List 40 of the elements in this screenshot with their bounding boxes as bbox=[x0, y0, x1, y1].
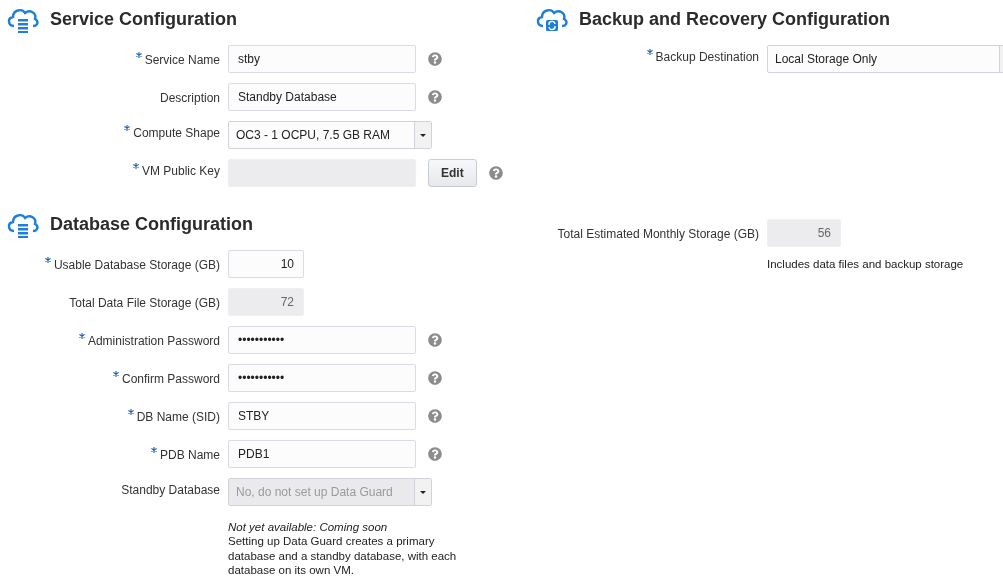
dropdown[interactable]: OC3 - 1 OCPU, 7.5 GB RAM bbox=[228, 121, 432, 149]
dropdown[interactable]: Local Storage Only bbox=[767, 45, 1003, 73]
section-title: Backup and Recovery Configuration bbox=[579, 8, 891, 30]
caret-icon bbox=[414, 479, 431, 505]
help-icon[interactable] bbox=[428, 409, 442, 423]
section-title: Database Configuration bbox=[50, 213, 254, 235]
input-field[interactable]: 10 bbox=[228, 250, 304, 278]
input-field[interactable]: PDB1 bbox=[228, 440, 416, 468]
field-label: DB Name (SID) bbox=[136, 410, 220, 424]
field-label: Total Estimated Monthly Storage (GB) bbox=[557, 227, 759, 241]
help-text: Setting up Data Guard creates a primary database and a standby database, with each database on its own VM. bbox=[228, 534, 458, 578]
edit-button[interactable]: Edit bbox=[428, 159, 477, 187]
read-only-field: 72 bbox=[228, 288, 304, 316]
field-label: Total Data File Storage (GB) bbox=[69, 296, 220, 310]
section-title: Service Configuration bbox=[50, 8, 238, 30]
field-label: Backup Destination bbox=[655, 50, 759, 64]
help-icon[interactable] bbox=[428, 52, 442, 66]
field-label: PDB Name bbox=[159, 448, 220, 462]
field-label: Usable Database Storage (GB) bbox=[53, 258, 220, 272]
field-label: Compute Shape bbox=[133, 126, 220, 140]
input-field[interactable]: ••••••••••• bbox=[228, 326, 416, 354]
help-icon[interactable] bbox=[428, 90, 442, 104]
field-label: Standby Database bbox=[121, 483, 220, 497]
caret-icon bbox=[414, 122, 431, 148]
field-label: Service Name bbox=[144, 53, 220, 67]
input-field[interactable]: STBY bbox=[228, 402, 416, 430]
input-field[interactable]: Standby Database bbox=[228, 83, 416, 111]
note-title: Not yet available: Coming soon bbox=[228, 520, 389, 535]
field-label: VM Public Key bbox=[141, 164, 220, 178]
help-icon[interactable] bbox=[428, 371, 442, 385]
input-field[interactable]: ••••••••••• bbox=[228, 364, 416, 392]
field-label: Description bbox=[159, 91, 220, 105]
help-icon[interactable] bbox=[428, 447, 442, 461]
field-label: Administration Password bbox=[87, 334, 220, 348]
help-icon[interactable] bbox=[488, 166, 503, 180]
input-field[interactable]: stby bbox=[228, 45, 416, 73]
help-icon[interactable] bbox=[428, 333, 442, 347]
help-text: Includes data files and backup storage bbox=[767, 257, 965, 272]
read-only-field: 56 bbox=[767, 219, 841, 247]
field-label: Confirm Password bbox=[121, 372, 220, 386]
